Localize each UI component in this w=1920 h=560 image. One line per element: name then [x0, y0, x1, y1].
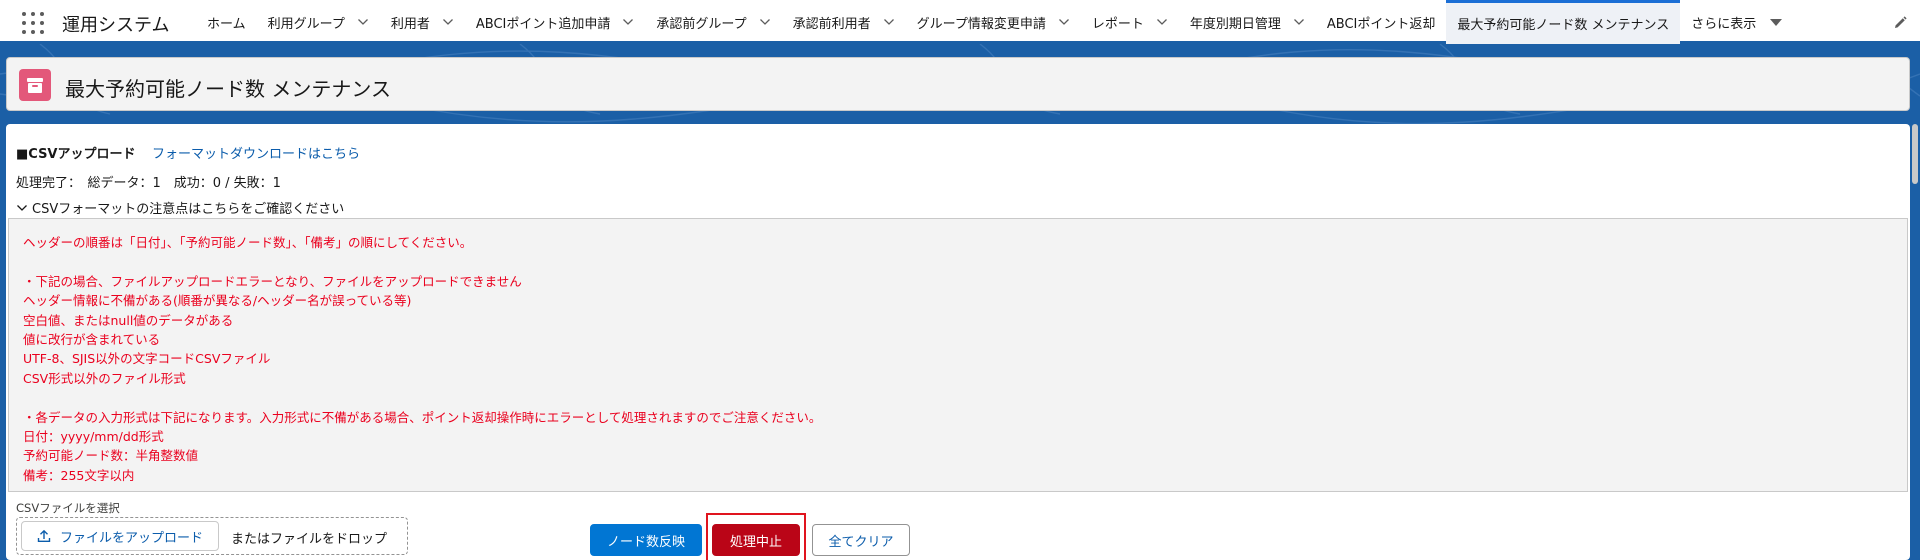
format-notes-toggle[interactable]: CSVフォーマットの注意点はこちらをご確認ください: [16, 198, 344, 217]
nav-item-label: 利用グループ: [267, 16, 345, 32]
abort-processing-button[interactable]: 処理中止: [712, 524, 800, 556]
nav-item[interactable]: グループ情報変更申請: [906, 0, 1081, 44]
chevron-down-icon[interactable]: [442, 16, 454, 28]
nav-item-label: レポート: [1091, 16, 1144, 32]
chevron-down-icon[interactable]: [1156, 16, 1168, 28]
format-note-line: [23, 388, 1893, 407]
format-note-line: ・各データの入力形式は下記になります。入力形式に不備がある場合、ポイント返却操作…: [23, 409, 822, 425]
upload-icon: [37, 529, 51, 542]
nav-item[interactable]: ABCIポイント返却: [1316, 0, 1447, 44]
nav-item[interactable]: 承認前利用者: [782, 0, 906, 44]
app-launcher-icon[interactable]: [22, 12, 44, 34]
nav-item[interactable]: 年度別期日管理: [1179, 0, 1316, 44]
nav-item-label: 利用者: [390, 16, 430, 32]
archive-box-icon: [19, 69, 51, 101]
app-name: 運用システム: [62, 15, 170, 36]
page-title: 最大予約可能ノード数 メンテナンス: [65, 77, 391, 101]
format-note-line: ヘッダーの順番は「日付」、「予約可能ノード数」、「備考」の順にしてください。: [23, 235, 473, 250]
processing-status: 処理完了： 総データ：1 成功：0 / 失敗：1: [16, 176, 281, 191]
nav-item-label: ABCIポイント追加申請: [475, 16, 611, 32]
chevron-down-icon[interactable]: [1058, 16, 1070, 28]
format-note-line: ・下記の場合、ファイルアップロードエラーとなり、ファイルをアップロードできません: [23, 273, 522, 289]
file-dropzone[interactable]: ファイルをアップロード またはファイルをドロップ: [16, 517, 408, 555]
upload-file-button[interactable]: ファイルをアップロード: [21, 521, 219, 551]
apply-node-count-button[interactable]: ノード数反映: [590, 524, 702, 556]
format-note-line: [23, 252, 1893, 271]
clear-all-button[interactable]: 全てクリア: [812, 524, 910, 556]
format-download-link[interactable]: フォーマットダウンロードはこちら: [152, 143, 360, 162]
format-note-line: ヘッダー情報に不備がある(順番が異なる/ヘッダー名が誤っている等): [23, 293, 412, 309]
chevron-down-icon[interactable]: [357, 16, 369, 28]
chevron-down-icon: [17, 204, 27, 211]
csv-upload-card: ■CSVアップロード フォーマットダウンロードはこちら 処理完了： 総データ：1…: [6, 124, 1910, 560]
format-notes-panel: ヘッダーの順番は「日付」、「予約可能ノード数」、「備考」の順にしてください。・下…: [8, 218, 1908, 492]
nav-item[interactable]: 利用グループ: [257, 0, 380, 44]
nav-item[interactable]: 利用者: [380, 0, 465, 44]
drop-files-text: またはファイルをドロップ: [231, 532, 388, 547]
nav-item[interactable]: 承認前グループ: [645, 0, 781, 44]
csv-section-title: ■CSVアップロード: [16, 147, 136, 162]
nav-item-label: グループ情報変更申請: [916, 16, 1046, 32]
format-note-line: UTF-8、SJIS以外の文字コードCSVファイル: [23, 351, 271, 367]
nav-item[interactable]: ABCIポイント追加申請: [465, 0, 646, 44]
nav-more-menu[interactable]: さらに表示: [1680, 0, 1793, 44]
nav-item[interactable]: 最大予約可能ノード数 メンテナンス: [1446, 0, 1681, 44]
format-notes-toggle-label: CSVフォーマットの注意点はこちらをご確認ください: [32, 202, 345, 217]
nav-item-label: 年度別期日管理: [1189, 16, 1281, 32]
caret-down-icon: [1770, 18, 1783, 26]
format-note-line: CSV形式以外のファイル形式: [23, 370, 186, 386]
chevron-down-icon[interactable]: [883, 16, 895, 28]
nav-more-label: さらに表示: [1691, 16, 1757, 32]
format-note-line: 日付：yyyy/mm/dd形式: [23, 429, 164, 445]
format-note-line: 空白値、またはnull値のデータがある: [23, 312, 234, 328]
chevron-down-icon[interactable]: [759, 16, 771, 28]
format-note-line: 備考：255文字以内: [23, 467, 135, 483]
nav-item-label: ホーム: [207, 16, 246, 32]
file-select-label: CSVファイルを選択: [16, 501, 120, 515]
nav-item[interactable]: レポート: [1081, 0, 1179, 44]
nav-item-label: ABCIポイント返却: [1326, 16, 1436, 32]
format-note-line: 値に改行が含まれている: [23, 332, 161, 348]
nav-item-label: 承認前グループ: [656, 16, 747, 32]
nav-bar: ホーム 利用グループ 利用者 ABCIポイント追加申請 承認前グループ 承認前利用者 グルー…: [196, 0, 1793, 44]
upload-file-button-label: ファイルをアップロード: [59, 530, 203, 546]
nav-item-label: 最大予約可能ノード数 メンテナンス: [1457, 18, 1670, 33]
page-scrollbar[interactable]: [1912, 124, 1918, 184]
nav-item-label: 承認前利用者: [792, 16, 871, 32]
chevron-down-icon[interactable]: [622, 16, 634, 28]
chevron-down-icon[interactable]: [1293, 16, 1305, 28]
edit-nav-pencil-icon[interactable]: [1892, 15, 1908, 31]
format-note-line: 予約可能ノード数：半角整数値: [23, 448, 199, 464]
global-navigation: 運用システム ホーム 利用グループ 利用者 ABCIポイント追加申請 承認前グループ 承認…: [0, 0, 1920, 44]
nav-item[interactable]: ホーム: [196, 0, 257, 44]
page-header: 最大予約可能ノード数 メンテナンス: [6, 57, 1910, 111]
